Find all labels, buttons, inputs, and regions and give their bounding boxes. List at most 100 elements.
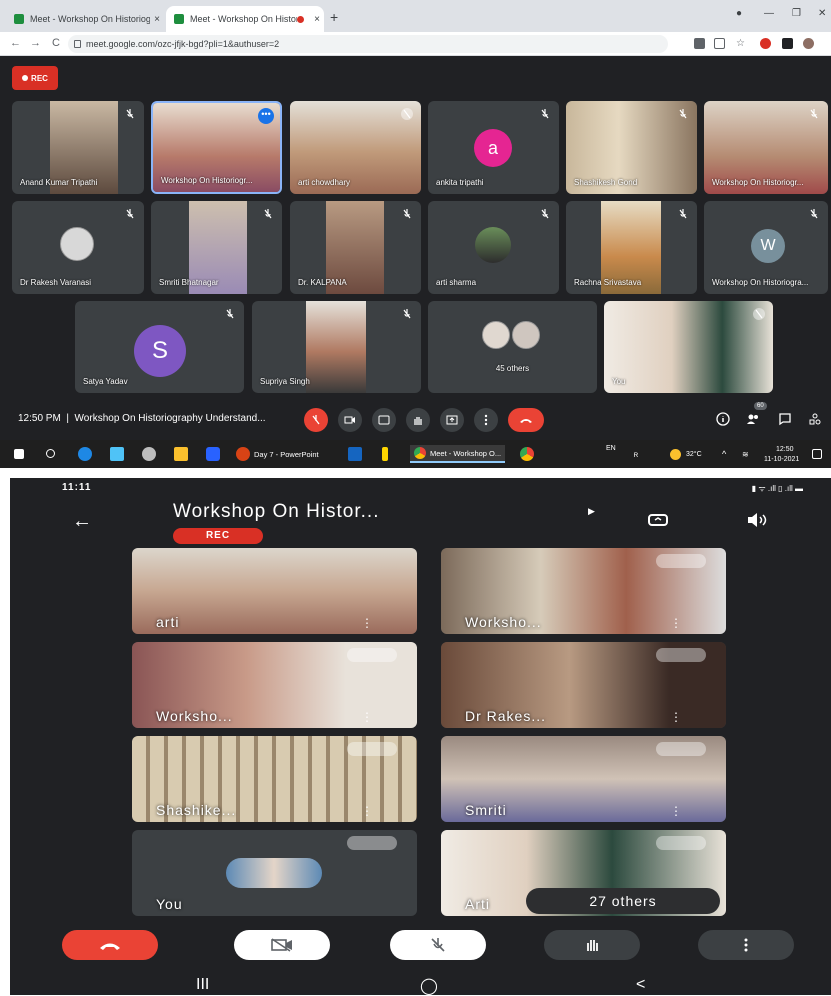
bolt-app-icon[interactable] xyxy=(382,447,388,461)
extensions-puzzle-icon[interactable] xyxy=(782,38,793,49)
home-nav-button[interactable]: ◯ xyxy=(420,976,438,996)
participant-tile[interactable]: Smriti ⋮ xyxy=(441,736,726,822)
mic-toggle-button[interactable] xyxy=(390,930,486,960)
edge-icon[interactable] xyxy=(78,447,92,461)
captions-button[interactable] xyxy=(372,408,396,432)
participant-tile[interactable]: Worksho... ⋮ xyxy=(441,548,726,634)
url-field[interactable]: meet.google.com/ozc-jfjk-bgd?pli=1&authu… xyxy=(68,35,668,53)
raise-hand-button[interactable] xyxy=(544,930,640,960)
more-options-button[interactable] xyxy=(698,930,794,960)
more-options-button[interactable] xyxy=(474,408,498,432)
language-indicator[interactable]: EN xyxy=(606,445,616,452)
present-screen-button[interactable] xyxy=(440,408,464,432)
camera-toggle-button[interactable] xyxy=(234,930,330,960)
leave-call-button[interactable] xyxy=(508,408,544,432)
leave-call-button[interactable] xyxy=(62,930,158,960)
tile-menu-icon[interactable]: ⋮ xyxy=(361,710,373,724)
self-view-tile[interactable]: You xyxy=(604,301,773,393)
share-icon[interactable] xyxy=(714,38,725,49)
self-view-tile[interactable]: You xyxy=(132,830,417,916)
participant-tile[interactable]: Dr Rakes... ⋮ xyxy=(441,642,726,728)
others-count-pill[interactable]: 27 others xyxy=(526,888,720,914)
participant-tile[interactable]: Workshop On Historiogr... xyxy=(704,101,828,194)
chevron-up-icon[interactable]: ^ xyxy=(722,449,726,459)
participant-tile[interactable]: Dr. KALPANA xyxy=(290,201,421,294)
settings-gear-icon[interactable] xyxy=(142,447,156,461)
participant-tile[interactable]: Smriti Bhatnagar xyxy=(151,201,282,294)
expand-arrow-icon[interactable]: ▶ xyxy=(588,506,595,517)
zoom-icon[interactable] xyxy=(206,447,220,461)
mic-off-icon xyxy=(541,209,549,219)
participant-tile[interactable]: Dr Rakesh Varanasi xyxy=(12,201,144,294)
reload-button[interactable]: C xyxy=(52,37,60,49)
taskbar-clock-date[interactable]: 11-10-2021 xyxy=(764,456,799,463)
wifi-icon[interactable]: ≋ xyxy=(742,450,749,459)
minimize-button[interactable]: — xyxy=(764,8,774,19)
taskbar-powerpoint[interactable]: Day 7 - PowerPoint xyxy=(236,445,319,463)
back-button[interactable]: ← xyxy=(10,37,21,49)
participant-tile[interactable]: arti sharma xyxy=(428,201,559,294)
tile-menu-icon[interactable]: ⋮ xyxy=(670,710,682,724)
participant-tile[interactable]: Shashike... ⋮ xyxy=(132,736,417,822)
participant-tile[interactable]: W Workshop On Historiogra... xyxy=(704,201,828,294)
recents-nav-button[interactable]: III xyxy=(196,976,209,994)
pen-icon[interactable]: ᴿ xyxy=(634,451,638,461)
file-explorer-icon[interactable] xyxy=(174,447,188,461)
close-tab-icon[interactable]: × xyxy=(310,14,324,25)
weather-sun-icon[interactable] xyxy=(670,449,681,460)
tile-menu-icon[interactable]: ⋮ xyxy=(361,616,373,630)
notifications-icon[interactable] xyxy=(812,449,822,459)
participant-tile[interactable]: Worksho... ⋮ xyxy=(132,642,417,728)
meeting-title[interactable]: Workshop On Histor... xyxy=(173,501,380,523)
mic-off-icon xyxy=(403,309,411,319)
camera-toggle-button[interactable] xyxy=(338,408,362,432)
activities-icon[interactable] xyxy=(808,412,822,426)
participant-tile[interactable]: a ankita tripathi xyxy=(428,101,559,194)
mic-toggle-button[interactable] xyxy=(304,408,328,432)
raise-hand-button[interactable] xyxy=(406,408,430,432)
others-tile[interactable]: 45 others xyxy=(428,301,597,393)
browser-tab[interactable]: Meet - Workshop On Historiogr × xyxy=(6,6,164,32)
switch-camera-icon[interactable] xyxy=(646,512,670,528)
maximize-button[interactable]: ❐ xyxy=(792,8,801,19)
participant-tile[interactable]: Supriya Singh xyxy=(252,301,421,393)
chat-icon[interactable] xyxy=(778,412,792,426)
camera-indicator-icon[interactable] xyxy=(694,38,705,49)
dropbox-icon[interactable] xyxy=(110,447,124,461)
close-tab-icon[interactable]: × xyxy=(150,14,164,25)
mail-icon[interactable] xyxy=(348,447,362,461)
profile-avatar-icon[interactable] xyxy=(803,38,814,49)
more-options-icon[interactable]: ••• xyxy=(258,108,274,124)
tile-menu-icon[interactable]: ⋮ xyxy=(670,804,682,818)
taskbar-clock-time[interactable]: 12:50 xyxy=(776,446,794,453)
info-icon[interactable] xyxy=(716,412,730,426)
close-window-button[interactable]: ✕ xyxy=(818,8,826,19)
search-icon[interactable] xyxy=(46,449,55,458)
back-arrow-icon[interactable]: ← xyxy=(72,510,92,533)
chrome-icon[interactable] xyxy=(520,447,534,461)
participant-tile[interactable]: Shashikesh Gond xyxy=(566,101,697,194)
tile-menu-icon[interactable]: ⋮ xyxy=(361,804,373,818)
browser-tab-active[interactable]: Meet - Workshop On Histori × xyxy=(166,6,324,32)
weather-temp[interactable]: 32°C xyxy=(686,451,702,458)
extension-icon[interactable] xyxy=(760,38,771,49)
divider: | xyxy=(66,413,69,424)
bookmark-star-icon[interactable]: ☆ xyxy=(736,38,747,49)
participant-tile[interactable]: S Satya Yadav xyxy=(75,301,244,393)
participant-name: Workshop On Historiogr... xyxy=(161,176,253,185)
participant-tile[interactable]: arti ⋮ xyxy=(132,548,417,634)
taskbar-chrome-meet[interactable]: Meet - Workshop O... xyxy=(410,445,506,463)
forward-button[interactable]: → xyxy=(30,37,41,49)
profile-dot-icon[interactable]: ● xyxy=(736,8,742,19)
participant-tile-active-speaker[interactable]: ••• Workshop On Historiogr... xyxy=(151,101,282,194)
new-tab-button[interactable]: + xyxy=(330,9,338,25)
people-icon[interactable] xyxy=(746,412,760,426)
windows-start-icon[interactable] xyxy=(14,449,24,459)
back-nav-button[interactable]: < xyxy=(636,976,645,994)
participant-name: Dr. KALPANA xyxy=(298,278,347,287)
tile-menu-icon[interactable]: ⋮ xyxy=(670,616,682,630)
participant-tile[interactable]: Anand Kumar Tripathi xyxy=(12,101,144,194)
participant-tile[interactable]: Rachna Srivastava xyxy=(566,201,697,294)
participant-tile[interactable]: arti chowdhary xyxy=(290,101,421,194)
speaker-icon[interactable] xyxy=(746,512,770,528)
